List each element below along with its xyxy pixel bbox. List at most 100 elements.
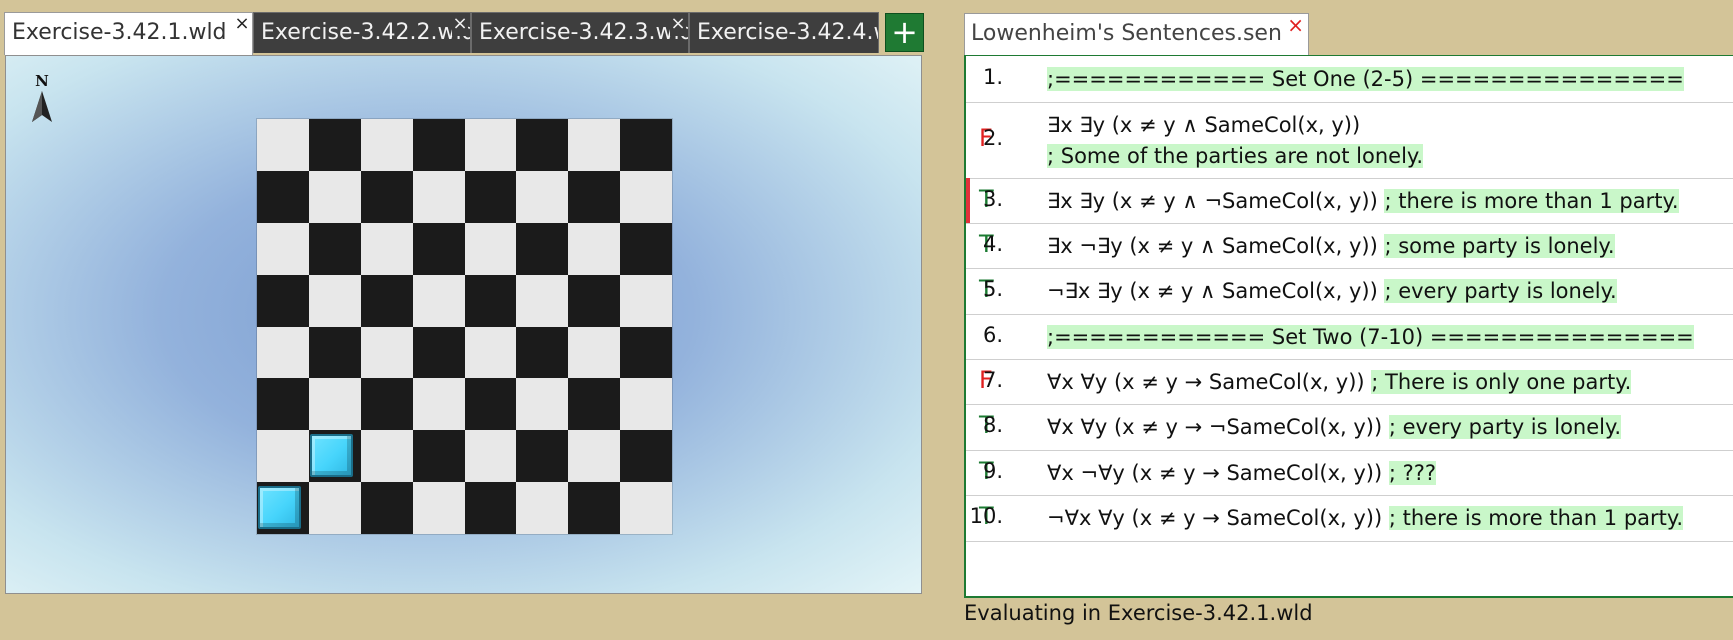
board-square[interactable] — [412, 119, 465, 171]
board-square[interactable] — [620, 326, 672, 379]
sentence-row[interactable]: T 9. ∀x ¬∀y (x ≠ y → SameCol(x, y)) ; ??? — [966, 450, 1733, 496]
board-square[interactable] — [568, 170, 621, 223]
sentence-row[interactable]: T 3. ∃x ∃y (x ≠ y ∧ ¬SameCol(x, y)) ; ther… — [966, 178, 1733, 224]
board-square[interactable] — [308, 482, 361, 534]
sentence-row[interactable]: T 4. ∃x ¬∃y (x ≠ y ∧ SameCol(x, y)) ; some… — [966, 223, 1733, 269]
board-square[interactable] — [568, 482, 621, 534]
board-square[interactable] — [257, 482, 309, 534]
board-square[interactable] — [360, 326, 413, 379]
sentence-row[interactable]: F 7. ∀x ∀y (x ≠ y → SameCol(x, y)) ; There… — [966, 359, 1733, 405]
board-square[interactable] — [464, 274, 517, 327]
cube-block[interactable] — [258, 486, 301, 530]
board-square[interactable] — [516, 119, 569, 171]
board-square[interactable] — [516, 482, 569, 534]
sentence-row[interactable]: F 2. ∃x ∃y (x ≠ y ∧ SameCol(x, y)); Some o… — [966, 102, 1733, 179]
board-square[interactable] — [516, 326, 569, 379]
board-square[interactable] — [360, 119, 413, 171]
board-square[interactable] — [308, 274, 361, 327]
sentence-file-tab[interactable]: Lowenheim's Sentences.sen × — [964, 13, 1309, 55]
board-square[interactable] — [360, 274, 413, 327]
close-icon[interactable]: × — [670, 13, 686, 36]
close-icon[interactable]: × — [452, 13, 468, 36]
board-square[interactable] — [308, 170, 361, 223]
board-square[interactable] — [464, 170, 517, 223]
sentence-row[interactable]: 6. ;============ Set Two (7-10) =========… — [966, 314, 1733, 360]
board-square[interactable] — [464, 326, 517, 379]
sentence-row[interactable]: T 10. ¬∀x ∀y (x ≠ y → SameCol(x, y)) ; the… — [966, 495, 1733, 542]
board-square[interactable] — [412, 170, 465, 223]
board-square[interactable] — [516, 378, 569, 431]
board-square[interactable] — [516, 274, 569, 327]
board-square[interactable] — [620, 378, 672, 431]
sentence-number: 5. — [982, 277, 1003, 301]
sentence-text: ;============ Set One (2-5) ============… — [1047, 67, 1684, 91]
board-square[interactable] — [568, 430, 621, 483]
board-square[interactable] — [412, 482, 465, 534]
board-square[interactable] — [620, 274, 672, 327]
board-square[interactable] — [412, 378, 465, 431]
sentence-row[interactable]: T 8. ∀x ∀y (x ≠ y → ¬SameCol(x, y)) ; ever… — [966, 404, 1733, 451]
board-square[interactable] — [464, 378, 517, 431]
north-arrow-icon — [32, 91, 52, 122]
sentence-row[interactable]: 1. ;============ Set One (2-5) ==========… — [966, 56, 1733, 103]
board-square[interactable] — [412, 326, 465, 379]
board-square[interactable] — [308, 119, 361, 171]
board-square[interactable] — [620, 430, 672, 483]
board-square[interactable] — [360, 378, 413, 431]
sentence-text: ∀x ∀y (x ≠ y → SameCol(x, y)) ; There is… — [1047, 370, 1632, 394]
world-tab-4[interactable]: Exercise-3.42.4.wld — [689, 12, 879, 53]
sentence-text: ¬∀x ∀y (x ≠ y → SameCol(x, y)) ; there i… — [1047, 506, 1683, 530]
board-square[interactable] — [257, 430, 309, 483]
board-square[interactable] — [568, 274, 621, 327]
sentence-comment: ;============ Set Two (7-10) ===========… — [1047, 325, 1694, 349]
board-square[interactable] — [568, 378, 621, 431]
board-square[interactable] — [360, 222, 413, 275]
board-square[interactable] — [464, 119, 517, 171]
board-square[interactable] — [308, 430, 361, 483]
board-square[interactable] — [568, 326, 621, 379]
close-icon[interactable]: × — [1287, 14, 1304, 37]
board-square[interactable] — [257, 274, 309, 327]
board-square[interactable] — [257, 119, 309, 171]
board-square[interactable] — [360, 170, 413, 223]
sentence-comment: ; There is only one party. — [1371, 370, 1632, 394]
board-square[interactable] — [412, 274, 465, 327]
close-icon[interactable]: × — [234, 13, 250, 36]
board-square[interactable] — [257, 222, 309, 275]
sentence-formula: ∀x ∀y (x ≠ y → SameCol(x, y)) — [1047, 370, 1365, 394]
board-square[interactable] — [568, 222, 621, 275]
board-square[interactable] — [568, 119, 621, 171]
board-square[interactable] — [360, 482, 413, 534]
board-square[interactable] — [516, 170, 569, 223]
board-square[interactable] — [620, 119, 672, 171]
sentence-formula: ∃x ∃y (x ≠ y ∧ SameCol(x, y)) — [1047, 113, 1361, 137]
board-square[interactable] — [516, 430, 569, 483]
board-square[interactable] — [257, 326, 309, 379]
board-square[interactable] — [308, 378, 361, 431]
board-square[interactable] — [257, 170, 309, 223]
board-square[interactable] — [620, 170, 672, 223]
sentence-comment: ; every party is lonely. — [1384, 279, 1617, 303]
board-square[interactable] — [620, 222, 672, 275]
sentence-row[interactable]: T 5. ¬∃x ∃y (x ≠ y ∧ SameCol(x, y)) ; ever… — [966, 268, 1733, 315]
add-world-button[interactable]: + — [885, 13, 924, 52]
board-square[interactable] — [360, 430, 413, 483]
sentence-number: 3. — [982, 187, 1003, 211]
world-tab-3[interactable]: Exercise-3.42.3.wld × — [471, 12, 689, 53]
cube-block[interactable] — [309, 434, 353, 478]
world-view[interactable]: N — [5, 55, 922, 594]
board-square[interactable] — [308, 222, 361, 275]
world-tab-1[interactable]: Exercise-3.42.1.wld × — [4, 12, 253, 55]
board-square[interactable] — [464, 430, 517, 483]
sentence-text: ∃x ∃y (x ≠ y ∧ SameCol(x, y)) — [1047, 113, 1360, 137]
board-square[interactable] — [412, 222, 465, 275]
world-tab-2[interactable]: Exercise-3.42.2.wld × — [253, 12, 471, 53]
chessboard[interactable] — [257, 119, 672, 534]
board-square[interactable] — [516, 222, 569, 275]
board-square[interactable] — [620, 482, 672, 534]
board-square[interactable] — [257, 378, 309, 431]
board-square[interactable] — [308, 326, 361, 379]
board-square[interactable] — [464, 222, 517, 275]
board-square[interactable] — [464, 482, 517, 534]
board-square[interactable] — [412, 430, 465, 483]
